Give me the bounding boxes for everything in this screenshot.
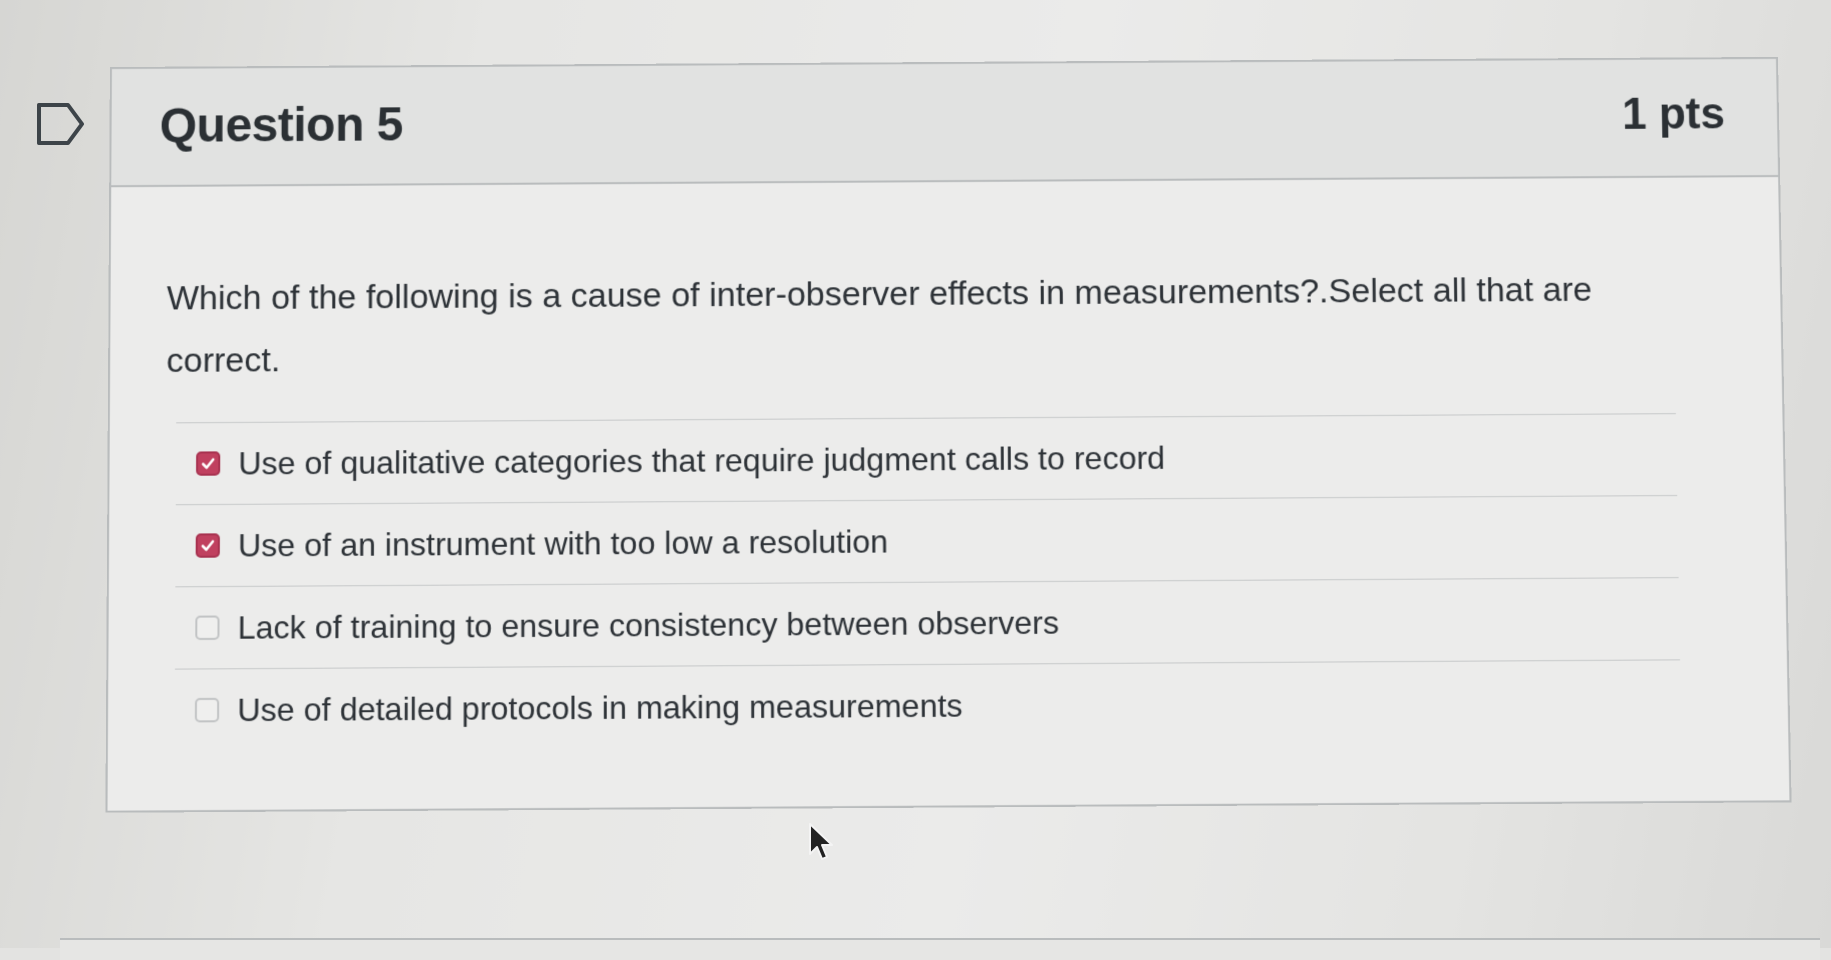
question-title: Question 5: [159, 98, 403, 153]
question-card: Question 5 1 pts Which of the following …: [105, 56, 1792, 813]
checkbox-checked-icon[interactable]: [196, 451, 221, 476]
answer-label[interactable]: Use of an instrument with too low a reso…: [238, 523, 888, 564]
flag-question-icon[interactable]: [36, 102, 86, 146]
checkbox-checked-icon[interactable]: [195, 533, 220, 558]
answer-label[interactable]: Use of qualitative categories that requi…: [238, 439, 1165, 482]
answer-option[interactable]: Use of an instrument with too low a reso…: [175, 496, 1679, 588]
answer-list: Use of qualitative categories that requi…: [174, 413, 1682, 752]
answer-label[interactable]: Use of detailed protocols in making meas…: [237, 687, 963, 729]
answer-option[interactable]: Use of detailed protocols in making meas…: [175, 660, 1682, 751]
question-text: Which of the following is a cause of int…: [166, 270, 1593, 381]
mouse-pointer-icon: [809, 823, 833, 860]
question-points: 1 pts: [1621, 89, 1726, 139]
answer-option[interactable]: Lack of training to ensure consistency b…: [174, 578, 1680, 670]
checkbox-unchecked-icon[interactable]: [195, 615, 220, 641]
answer-label[interactable]: Lack of training to ensure consistency b…: [238, 604, 1060, 647]
question-body: Which of the following is a cause of int…: [108, 177, 1789, 752]
checkbox-unchecked-icon[interactable]: [194, 697, 220, 723]
answer-option[interactable]: Use of qualitative categories that requi…: [175, 414, 1678, 506]
question-header: Question 5 1 pts: [111, 58, 1779, 188]
next-question-card-edge: [60, 938, 1820, 960]
